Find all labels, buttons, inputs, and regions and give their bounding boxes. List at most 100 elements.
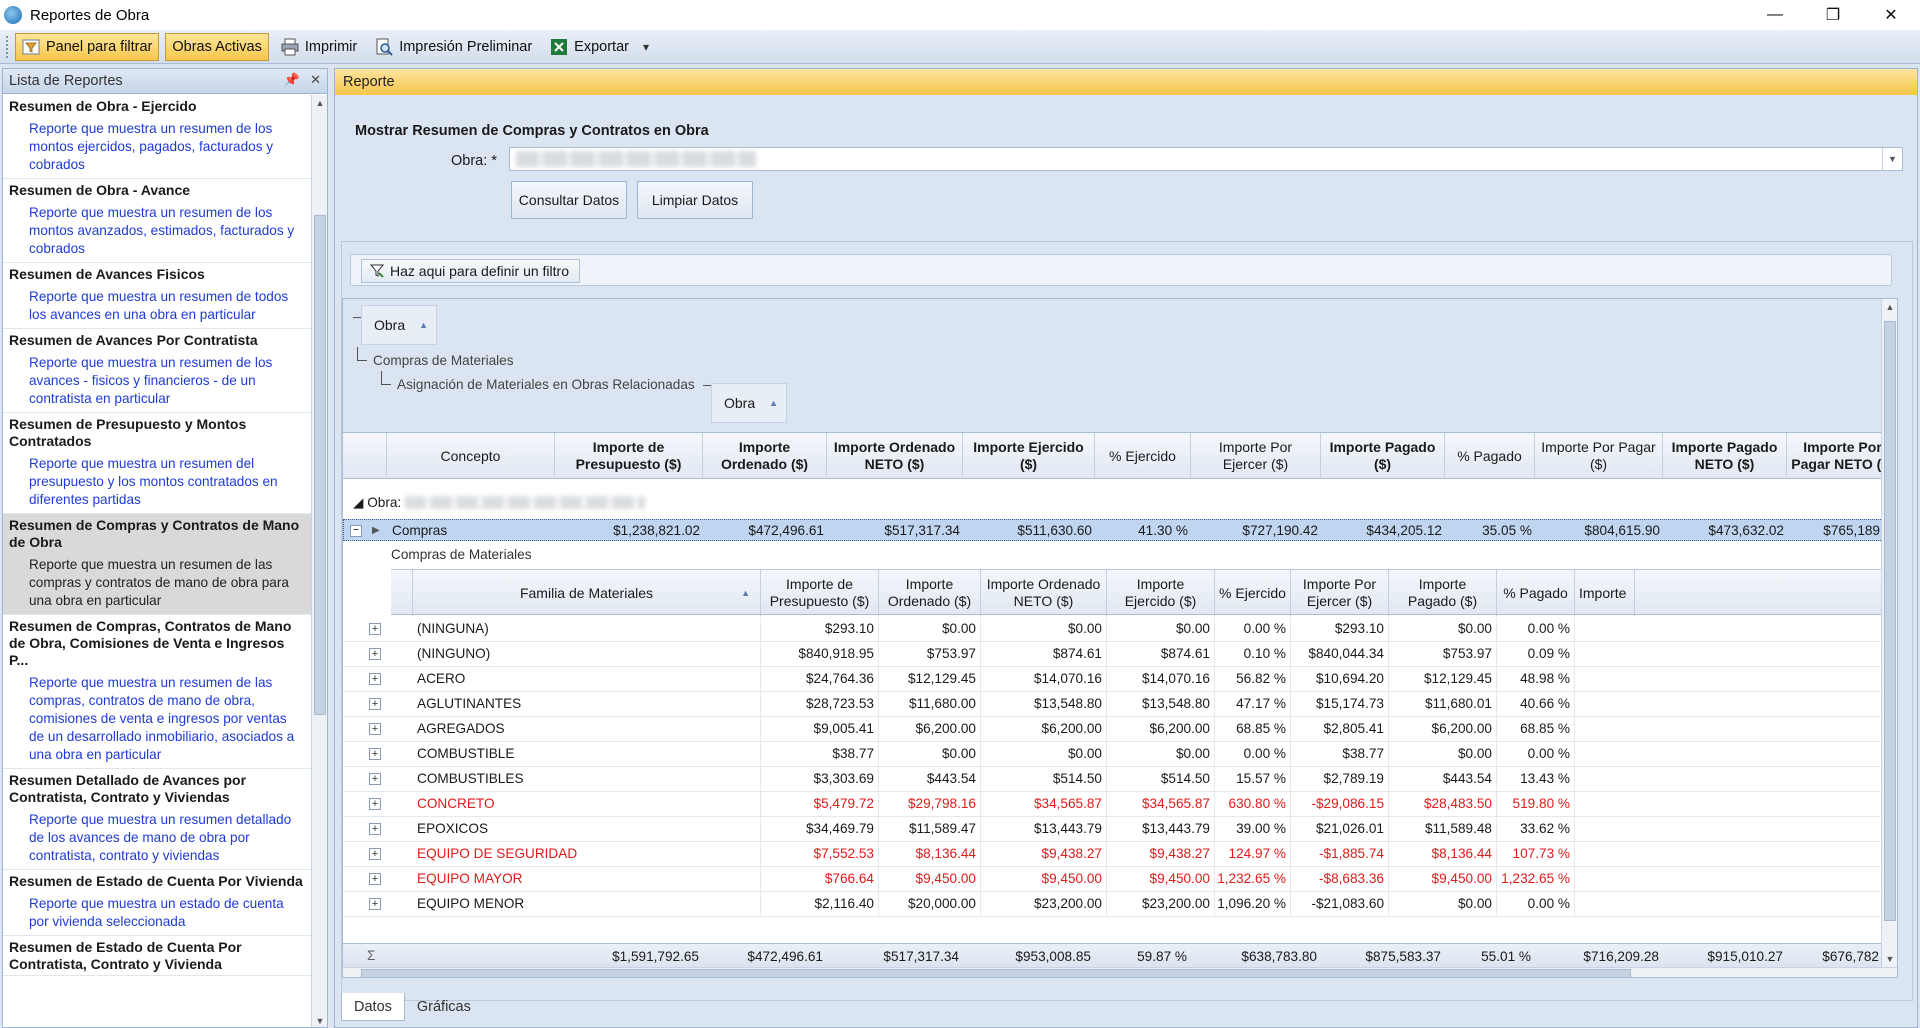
scrollbar-thumb[interactable]: [1884, 321, 1896, 921]
exportar-button[interactable]: Exportar: [544, 33, 635, 61]
group-obra-box[interactable]: Obra ▲: [361, 305, 437, 345]
obra-group-row[interactable]: ◢ Obra:: [343, 479, 1897, 519]
consultar-datos-button[interactable]: Consultar Datos: [511, 181, 627, 219]
table-row[interactable]: + EQUIPO MAYOR $766.64 $9,450.00 $9,450.00 $9…: [343, 867, 1897, 892]
col-ordenado-neto[interactable]: Importe Ordenado NETO ($): [827, 433, 963, 479]
col-importe-partial[interactable]: Importe: [1575, 570, 1635, 616]
report-item-desc: Reporte que muestra un resumen de todos …: [29, 289, 289, 322]
impresion-preliminar-button[interactable]: Impresión Preliminar: [369, 33, 538, 61]
minimize-button[interactable]: —: [1746, 0, 1804, 30]
tab-graficas[interactable]: Gráficas: [405, 993, 483, 1021]
col-importe-pagado[interactable]: Importe Pagado ($): [1321, 433, 1445, 479]
obras-activas-button[interactable]: Obras Activas: [165, 32, 269, 61]
scroll-down-icon[interactable]: ▼: [312, 1013, 327, 1027]
grid-vertical-scrollbar[interactable]: ▲ ▼: [1881, 299, 1897, 967]
report-item-presupuesto[interactable]: Resumen de Presupuesto y Montos Contrata…: [3, 413, 311, 514]
expand-icon[interactable]: +: [369, 723, 381, 735]
col-pct-ejercido[interactable]: % Ejercido: [1215, 570, 1291, 616]
col-pct-pagado[interactable]: % Pagado: [1497, 570, 1575, 616]
cell: $11,680.00: [879, 692, 981, 716]
col-importe-presupuesto[interactable]: Importe de Presupuesto ($): [555, 433, 703, 479]
scroll-up-icon[interactable]: ▲: [312, 95, 327, 111]
col-ordenado[interactable]: Importe Ordenado ($): [879, 570, 981, 616]
tab-datos[interactable]: Datos: [341, 993, 405, 1021]
obra-combo[interactable]: ▼: [509, 147, 1903, 171]
col-por-ejercer[interactable]: Importe Por Ejercer ($): [1291, 570, 1389, 616]
reports-list-scrollbar[interactable]: ▲ ▼: [311, 95, 327, 1027]
expand-icon[interactable]: +: [369, 798, 381, 810]
table-row[interactable]: + (NINGUNO) $840,918.95 $753.97 $874.61 $874.…: [343, 642, 1897, 667]
imprimir-button[interactable]: Imprimir: [275, 33, 363, 61]
expand-icon[interactable]: +: [369, 823, 381, 835]
define-filter-button[interactable]: Haz aqui para definir un filtro: [361, 259, 580, 283]
report-item-avances-contratista[interactable]: Resumen de Avances Por Contratista Repor…: [3, 329, 311, 413]
expand-icon[interactable]: +: [369, 773, 381, 785]
col-por-pagar[interactable]: Importe Por Pagar ($): [1535, 433, 1663, 479]
report-item-avances-fisicos[interactable]: Resumen de Avances Fisicos Reporte que m…: [3, 263, 311, 329]
toolbar-overflow-icon[interactable]: ▾: [643, 40, 649, 54]
report-item-obra-ejercido[interactable]: Resumen de Obra - Ejercido Reporte que m…: [3, 95, 311, 179]
scroll-down-icon[interactable]: ▼: [1882, 951, 1897, 967]
expand-icon[interactable]: +: [369, 623, 381, 635]
maximize-button[interactable]: ❐: [1804, 0, 1862, 30]
col-pagado[interactable]: Importe Pagado ($): [1389, 570, 1497, 616]
col-ordenado-neto[interactable]: Importe Ordenado NETO ($): [981, 570, 1107, 616]
col-pct-pagado[interactable]: % Pagado: [1445, 433, 1535, 479]
table-row[interactable]: + ACERO $24,764.36 $12,129.45 $14,070.16 $14,…: [343, 667, 1897, 692]
col-pct-ejercido[interactable]: % Ejercido: [1095, 433, 1191, 479]
report-item-estado-cuenta-vivienda[interactable]: Resumen de Estado de Cuenta Por Vivienda…: [3, 870, 311, 936]
expand-icon[interactable]: +: [369, 648, 381, 660]
report-item-obra-avance[interactable]: Resumen de Obra - Avance Reporte que mue…: [3, 179, 311, 263]
scroll-up-icon[interactable]: ▲: [1882, 299, 1897, 315]
scrollbar-thumb[interactable]: [314, 215, 326, 715]
report-item-compras-comisiones[interactable]: Resumen de Compras, Contratos de Mano de…: [3, 615, 311, 769]
panel-filtrar-button[interactable]: Panel para filtrar: [15, 32, 160, 61]
col-importe-ordenado[interactable]: Importe Ordenado ($): [703, 433, 827, 479]
expand-icon[interactable]: +: [369, 673, 381, 685]
expand-icon[interactable]: +: [369, 748, 381, 760]
cell: $514.50: [1107, 767, 1215, 791]
report-item-compras-contratos[interactable]: Resumen de Compras y Contratos de Mano d…: [3, 514, 311, 615]
define-filter-label: Haz aqui para definir un filtro: [390, 263, 569, 279]
report-item-detallado-avances[interactable]: Resumen Detallado de Avances por Contrat…: [3, 769, 311, 870]
cell-familia: EPOXICOS: [413, 817, 761, 841]
table-row[interactable]: + CONCRETO $5,479.72 $29,798.16 $34,565.87 $3…: [343, 792, 1897, 817]
close-panel-icon[interactable]: ✕: [310, 72, 321, 88]
report-item-estado-cuenta-contratista[interactable]: Resumen de Estado de Cuenta Por Contrati…: [3, 936, 311, 976]
table-row[interactable]: + AGREGADOS $9,005.41 $6,200.00 $6,200.00 $6,…: [343, 717, 1897, 742]
group-obra2-box[interactable]: Obra ▲: [711, 383, 787, 423]
cell: $13,548.80: [981, 692, 1107, 716]
expand-icon[interactable]: +: [369, 698, 381, 710]
table-row[interactable]: + EQUIPO DE SEGURIDAD $7,552.53 $8,136.44 $9…: [343, 842, 1897, 867]
col-por-ejercer[interactable]: Importe Por Ejercer ($): [1191, 433, 1321, 479]
table-row[interactable]: + (NINGUNA) $293.10 $0.00 $0.00 $0.00 0.00 % $2…: [343, 617, 1897, 642]
expand-icon[interactable]: +: [369, 898, 381, 910]
chevron-down-icon[interactable]: ▼: [1882, 148, 1902, 170]
cell: 0.00 %: [1215, 617, 1291, 641]
toolbar-grip[interactable]: [6, 35, 10, 58]
col-pagado-neto[interactable]: Importe Pagado NETO ($): [1663, 433, 1787, 479]
col-ejercido[interactable]: Importe Ejercido ($): [1107, 570, 1215, 616]
expand-icon[interactable]: +: [369, 848, 381, 860]
collapse-icon[interactable]: −: [350, 525, 362, 537]
col-importe-ejercido[interactable]: Importe Ejercido ($): [963, 433, 1095, 479]
table-row[interactable]: + AGLUTINANTES $28,723.53 $11,680.00 $13,548…: [343, 692, 1897, 717]
scrollbar-thumb[interactable]: [361, 969, 1631, 977]
cell: $13,443.79: [1107, 817, 1215, 841]
col-presupuesto[interactable]: Importe de Presupuesto ($): [761, 570, 879, 616]
detail-column-header: Familia de Materiales ▲ Importe de Presup…: [391, 569, 1897, 616]
expand-icon[interactable]: +: [369, 873, 381, 885]
cell: $517,317.34: [884, 523, 960, 538]
limpiar-datos-button[interactable]: Limpiar Datos: [637, 181, 753, 219]
col-concepto[interactable]: Concepto: [387, 433, 555, 479]
compras-master-row[interactable]: − ▶ Compras $1,238,821.02 $472,496.61 $5…: [343, 519, 1897, 541]
grid-horizontal-scrollbar[interactable]: [343, 967, 1897, 977]
table-row[interactable]: + COMBUSTIBLES $3,303.69 $443.54 $514.50 $514…: [343, 767, 1897, 792]
table-row[interactable]: + COMBUSTIBLE $38.77 $0.00 $0.00 $0.00 0.00 % $…: [343, 742, 1897, 767]
col-familia[interactable]: Familia de Materiales ▲: [413, 570, 761, 616]
pin-icon[interactable]: 📌: [284, 72, 300, 88]
table-row[interactable]: + EQUIPO MENOR $2,116.40 $20,000.00 $23,200.…: [343, 892, 1897, 917]
close-button[interactable]: ✕: [1862, 0, 1920, 30]
table-row[interactable]: + EPOXICOS $34,469.79 $11,589.47 $13,443.79 $…: [343, 817, 1897, 842]
app-icon: [4, 6, 22, 24]
